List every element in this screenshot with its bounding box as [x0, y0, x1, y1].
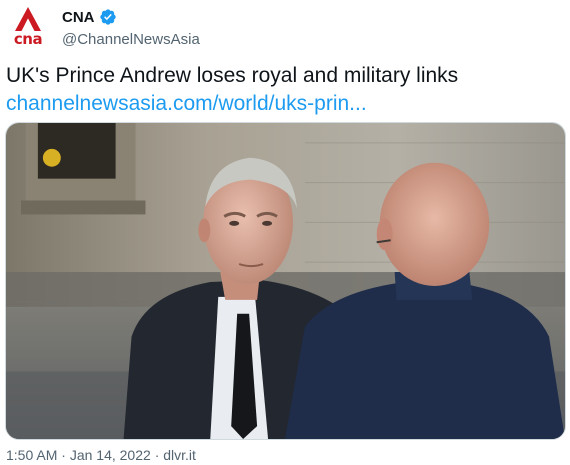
- tweet-time[interactable]: 1:50 AM: [6, 447, 57, 463]
- account-handle[interactable]: @ChannelNewsAsia: [62, 31, 200, 49]
- meta-separator: ·: [61, 447, 66, 463]
- tweet-photo[interactable]: [5, 122, 566, 440]
- tweet-timestamp[interactable]: 1:50 AM · Jan 14, 2022 · dlvr.it: [6, 447, 196, 464]
- name-row: CNA: [62, 7, 200, 27]
- tweet-header: cna CNA @ChannelNewsAsia: [6, 6, 200, 50]
- tweet-text: UK's Prince Andrew loses royal and milit…: [6, 62, 562, 118]
- verified-badge-icon: [99, 8, 117, 26]
- avatar[interactable]: cna: [6, 6, 50, 50]
- meta-separator: ·: [154, 447, 160, 463]
- photo-image: [6, 123, 565, 439]
- tweet-body: UK's Prince Andrew loses royal and milit…: [6, 64, 459, 87]
- cna-logo-icon: [15, 7, 41, 31]
- tweet-card: cna CNA @ChannelNewsAsia UK's Prince And…: [0, 0, 570, 465]
- tweet-link[interactable]: channelnewsasia.com/world/uks-prin...: [6, 90, 562, 118]
- author-names: CNA @ChannelNewsAsia: [62, 7, 200, 49]
- tweet-source[interactable]: dlvr.it: [163, 447, 196, 463]
- tweet-date[interactable]: Jan 14, 2022: [70, 447, 151, 463]
- avatar-wordmark: cna: [13, 30, 43, 48]
- display-name[interactable]: CNA: [62, 9, 95, 26]
